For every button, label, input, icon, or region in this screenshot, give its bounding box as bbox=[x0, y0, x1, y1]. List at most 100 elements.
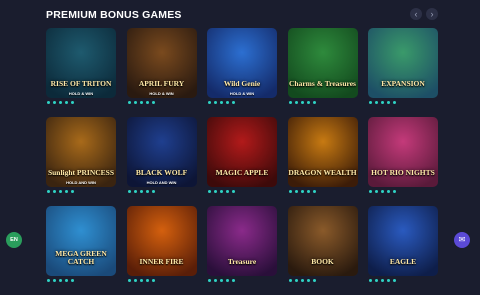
game-thumbnail[interactable]: RISE OF TRITON HOLD & WIN bbox=[46, 28, 116, 98]
game-subtitle: HOLD AND WIN bbox=[66, 180, 96, 185]
rating-dot-icon bbox=[312, 101, 316, 104]
rating-dot-icon bbox=[133, 279, 137, 282]
rating-dot-icon bbox=[127, 279, 131, 282]
rating-dot-icon bbox=[47, 279, 50, 282]
carousel-nav: ‹ › bbox=[410, 8, 438, 20]
rating-dot-icon bbox=[387, 190, 390, 193]
game-thumbnail[interactable]: APRIL FURY HOLD & WIN bbox=[126, 28, 197, 98]
rating-dot-icon bbox=[393, 190, 396, 193]
game-subtitle: HOLD AND WIN bbox=[146, 180, 177, 185]
game-tile[interactable]: Treasure bbox=[207, 206, 277, 295]
rating-dots bbox=[46, 279, 116, 282]
rating-dot-icon bbox=[232, 190, 235, 193]
rating-dots bbox=[46, 190, 116, 193]
rating-dot-icon bbox=[381, 279, 384, 282]
game-tile[interactable]: Sunlight PRINCESS HOLD AND WIN bbox=[46, 117, 116, 206]
rating-dot-icon bbox=[369, 190, 372, 193]
game-thumbnail[interactable]: MEGA GREEN CATCH bbox=[46, 206, 116, 276]
game-thumbnail[interactable]: HOT RIO NIGHTS bbox=[368, 117, 438, 187]
rating-dot-icon bbox=[145, 190, 149, 193]
game-thumbnail[interactable]: BLACK WOLF HOLD AND WIN bbox=[126, 117, 197, 187]
game-title: Charms & Treasures bbox=[289, 79, 356, 88]
game-thumbnail[interactable]: MAGIC APPLE bbox=[207, 117, 277, 187]
game-thumbnail[interactable]: Sunlight PRINCESS HOLD AND WIN bbox=[46, 117, 116, 187]
rating-dot-icon bbox=[71, 190, 74, 193]
rating-dots bbox=[368, 279, 438, 282]
game-tile[interactable]: EAGLE bbox=[368, 206, 438, 295]
rating-dot-icon bbox=[139, 190, 143, 193]
rating-dot-icon bbox=[375, 101, 378, 104]
rating-dot-icon bbox=[288, 101, 292, 104]
game-title: Treasure bbox=[227, 257, 257, 266]
game-tile[interactable]: MEGA GREEN CATCH bbox=[46, 206, 116, 295]
game-title: Sunlight PRINCESS bbox=[47, 168, 115, 177]
rating-dots bbox=[46, 101, 116, 104]
game-tile[interactable]: MAGIC APPLE bbox=[207, 117, 277, 206]
game-thumbnail[interactable]: Charms & Treasures bbox=[287, 28, 358, 98]
rating-dot-icon bbox=[208, 190, 211, 193]
game-thumbnail[interactable]: INNER FIRE bbox=[126, 206, 197, 276]
rating-dot-icon bbox=[381, 190, 384, 193]
game-title: MAGIC APPLE bbox=[215, 168, 269, 177]
rating-dots bbox=[368, 190, 438, 193]
game-title: RISE OF TRITON bbox=[50, 79, 112, 88]
game-title: INNER FIRE bbox=[139, 257, 184, 266]
game-thumbnail[interactable]: DRAGON WEALTH bbox=[287, 117, 358, 187]
language-button[interactable]: EN bbox=[6, 232, 22, 248]
game-tile[interactable]: BLACK WOLF HOLD AND WIN bbox=[126, 117, 197, 206]
rating-dot-icon bbox=[139, 101, 143, 104]
game-title: APRIL FURY bbox=[138, 79, 185, 88]
game-title: DRAGON WEALTH bbox=[288, 168, 357, 177]
game-thumbnail[interactable]: EXPANSION bbox=[368, 28, 438, 98]
game-subtitle: HOLD & WIN bbox=[149, 91, 174, 96]
rating-dot-icon bbox=[393, 101, 396, 104]
rating-dots bbox=[368, 101, 438, 104]
section-header: PREMIUM BONUS GAMES ‹ › bbox=[46, 8, 438, 22]
rating-dot-icon bbox=[220, 190, 223, 193]
rating-dot-icon bbox=[306, 279, 310, 282]
rating-dot-icon bbox=[214, 279, 217, 282]
rating-dot-icon bbox=[47, 101, 50, 104]
game-title: HOT RIO NIGHTS bbox=[371, 168, 435, 177]
game-tile[interactable]: EXPANSION bbox=[368, 28, 438, 117]
rating-dot-icon bbox=[294, 279, 298, 282]
rating-dot-icon bbox=[226, 190, 229, 193]
game-tile[interactable]: Wild Genie HOLD & WIN bbox=[207, 28, 277, 117]
rating-dot-icon bbox=[375, 190, 378, 193]
rating-dot-icon bbox=[226, 279, 229, 282]
game-title: Wild Genie bbox=[223, 79, 261, 88]
game-tile[interactable]: INNER FIRE bbox=[126, 206, 197, 295]
game-thumbnail[interactable]: Wild Genie HOLD & WIN bbox=[207, 28, 277, 98]
rating-dot-icon bbox=[127, 101, 131, 104]
game-tile[interactable]: HOT RIO NIGHTS bbox=[368, 117, 438, 206]
game-thumbnail[interactable]: BOOK bbox=[287, 206, 358, 276]
game-tile[interactable]: DRAGON WEALTH bbox=[287, 117, 358, 206]
rating-dot-icon bbox=[139, 279, 143, 282]
game-thumbnail[interactable]: EAGLE bbox=[368, 206, 438, 276]
rating-dots bbox=[127, 190, 197, 193]
rating-dot-icon bbox=[145, 101, 149, 104]
chat-icon: ✉ bbox=[458, 235, 466, 244]
game-tile[interactable]: Charms & Treasures bbox=[287, 28, 358, 117]
rating-dot-icon bbox=[294, 101, 298, 104]
rating-dot-icon bbox=[208, 101, 211, 104]
rating-dot-icon bbox=[65, 101, 68, 104]
rating-dot-icon bbox=[71, 101, 74, 104]
rating-dot-icon bbox=[387, 101, 390, 104]
section-title: PREMIUM BONUS GAMES bbox=[46, 9, 182, 21]
game-thumbnail[interactable]: Treasure bbox=[207, 206, 277, 276]
chat-button[interactable]: ✉ bbox=[454, 232, 470, 248]
rating-dot-icon bbox=[232, 101, 235, 104]
rating-dot-icon bbox=[214, 190, 217, 193]
game-tile[interactable]: APRIL FURY HOLD & WIN bbox=[126, 28, 197, 117]
game-tile[interactable]: RISE OF TRITON HOLD & WIN bbox=[46, 28, 116, 117]
rating-dot-icon bbox=[65, 279, 68, 282]
rating-dot-icon bbox=[306, 190, 310, 193]
rating-dot-icon bbox=[300, 101, 304, 104]
chevron-left-icon[interactable]: ‹ bbox=[410, 8, 422, 20]
rating-dot-icon bbox=[288, 190, 292, 193]
chevron-right-icon[interactable]: › bbox=[426, 8, 438, 20]
rating-dot-icon bbox=[306, 101, 310, 104]
rating-dot-icon bbox=[226, 101, 229, 104]
game-tile[interactable]: BOOK bbox=[287, 206, 358, 295]
